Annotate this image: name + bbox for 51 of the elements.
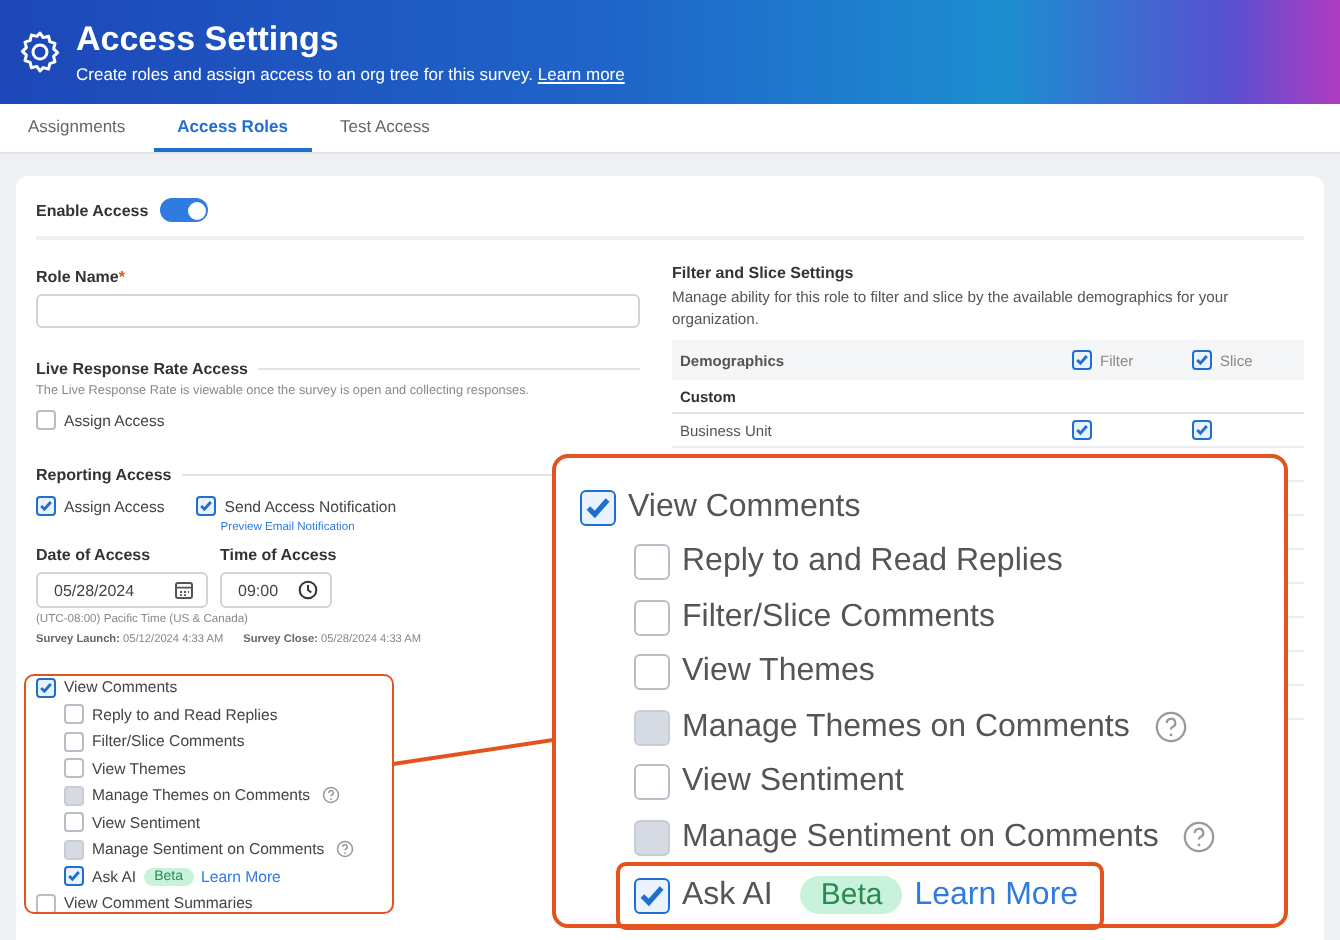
- checkbox[interactable]: [36, 496, 56, 516]
- settings-icon: [16, 28, 64, 76]
- checkbox[interactable]: [634, 544, 670, 581]
- checkbox[interactable]: [64, 758, 84, 779]
- page-title: Access Settings: [76, 20, 341, 60]
- checkbox-label: View Themes: [682, 654, 875, 691]
- checkbox[interactable]: [1072, 350, 1092, 370]
- checkbox[interactable]: [1072, 420, 1092, 440]
- checkbox[interactable]: [196, 496, 217, 516]
- checkbox-label: Reply to and Read Replies: [682, 544, 1063, 581]
- checkbox[interactable]: [64, 704, 84, 725]
- checkbox-label: View Comments: [628, 489, 861, 526]
- checkbox[interactable]: [36, 893, 56, 914]
- checkbox-label: View Sentiment: [682, 764, 904, 801]
- enable-access-label: Enable Access: [36, 201, 149, 219]
- time-field[interactable]: 09:00: [220, 572, 332, 608]
- checkbox[interactable]: [634, 877, 670, 913]
- checkbox[interactable]: [64, 812, 84, 833]
- role-name-field[interactable]: [36, 294, 640, 328]
- section-title: Reporting Access: [36, 466, 172, 484]
- date-label: Date of Access: [36, 546, 153, 564]
- tab[interactable]: Assignments: [8, 104, 146, 152]
- toggle-switch[interactable]: [160, 198, 209, 222]
- beta-badge: Beta: [800, 876, 903, 914]
- section-title: Live Response Rate Access: [36, 360, 248, 378]
- checkbox-label: Manage Themes on Comments: [682, 709, 1130, 746]
- role-name-label: Role Name: [36, 268, 119, 286]
- checkbox[interactable]: [634, 654, 670, 691]
- tab[interactable]: Test Access: [319, 104, 450, 152]
- checkbox-label: Ask AI: [682, 877, 773, 913]
- date-field[interactable]: 05/28/2024: [36, 572, 208, 608]
- learn-more-link[interactable]: Learn more: [537, 64, 625, 84]
- time-label: Time of Access: [220, 546, 337, 564]
- checkbox-label: Filter/Slice Comments: [682, 599, 995, 636]
- checkbox[interactable]: [1192, 420, 1212, 440]
- checkbox[interactable]: [36, 677, 56, 698]
- required-mark: *: [118, 268, 125, 286]
- page-subtitle: Create roles and assign access to an org tree for this survey.: [76, 64, 534, 84]
- calendar-icon: [174, 580, 194, 600]
- checkbox[interactable]: [634, 764, 670, 801]
- checkbox[interactable]: [1192, 350, 1212, 370]
- clock-icon: [298, 580, 318, 600]
- checkbox[interactable]: [64, 731, 84, 752]
- checkbox[interactable]: [580, 489, 616, 526]
- checkbox[interactable]: [36, 410, 56, 430]
- checkbox[interactable]: [634, 599, 670, 636]
- checkbox[interactable]: [64, 866, 84, 887]
- learn-more-link[interactable]: Learn More: [914, 877, 1079, 913]
- checkbox-label: Manage Sentiment on Comments: [682, 819, 1159, 856]
- tab[interactable]: Access Roles: [153, 104, 312, 152]
- section-title: Filter and Slice Settings: [672, 264, 856, 282]
